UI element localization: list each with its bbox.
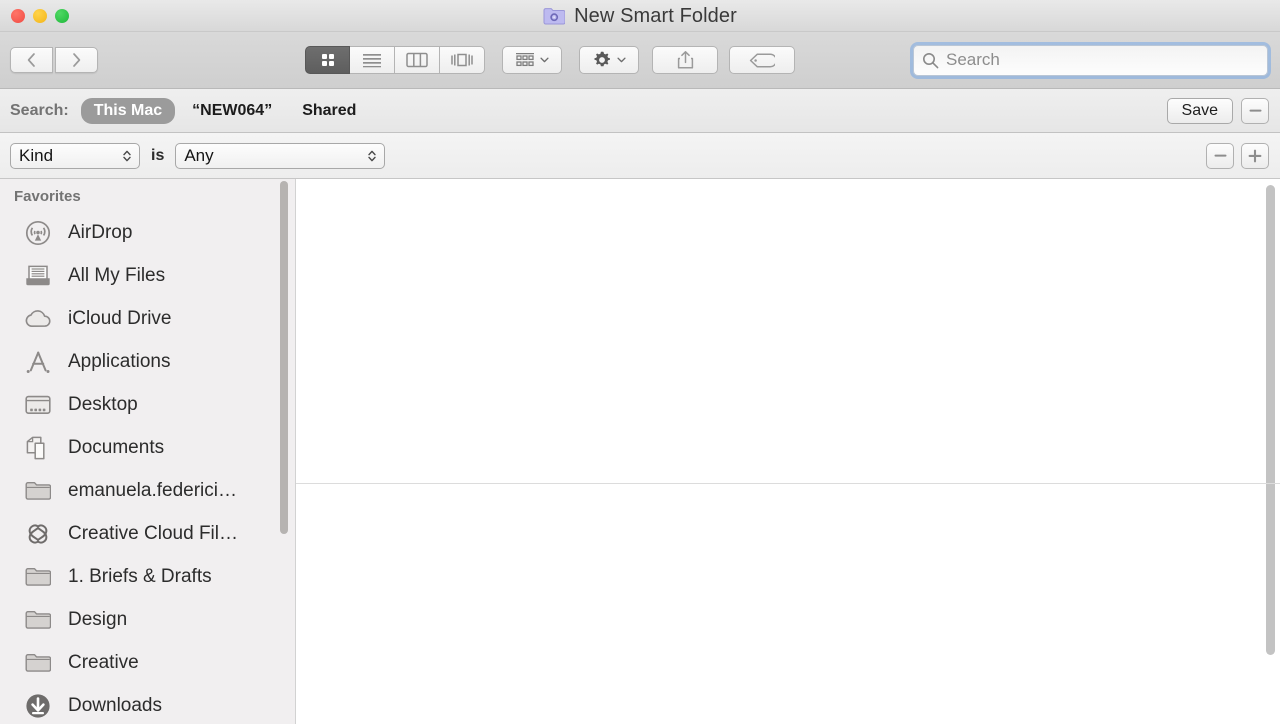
tag-button[interactable] xyxy=(729,46,795,74)
finder-window: New Smart Folder xyxy=(0,0,1280,724)
sidebar-item-downloads[interactable]: Downloads xyxy=(0,684,295,724)
folder-icon xyxy=(24,564,52,590)
criteria-value: Any xyxy=(184,146,213,166)
criteria-operator-label: is xyxy=(151,147,164,165)
sidebar-section-header: Favorites xyxy=(0,179,295,211)
sidebar-item-creative-cloud-fil[interactable]: Creative Cloud Fil… xyxy=(0,512,295,555)
search-field[interactable]: Search xyxy=(913,45,1268,76)
list-icon xyxy=(362,52,382,68)
up-down-chevron-icon xyxy=(367,149,377,163)
window-body: Favorites AirDrop All My Files iCloud Drive… xyxy=(0,179,1280,724)
list-view-button[interactable] xyxy=(350,46,395,74)
results-scrollbar[interactable] xyxy=(1266,185,1275,655)
scope-bar-label: Search: xyxy=(10,102,69,120)
columns-icon xyxy=(406,52,428,68)
search-scope-bar: Search: This Mac “NEW064” Shared Save xyxy=(0,89,1280,133)
sidebar-item-label: Applications xyxy=(68,351,170,373)
sidebar-item-label: Downloads xyxy=(68,695,162,717)
coverflow-icon xyxy=(450,52,474,68)
criteria-attribute-select[interactable]: Kind xyxy=(10,143,140,169)
search-input[interactable]: Search xyxy=(946,50,1000,70)
share-icon xyxy=(676,50,695,70)
sidebar-item-applications[interactable]: Applications xyxy=(0,340,295,383)
tag-icon xyxy=(749,53,775,68)
results-area[interactable] xyxy=(296,179,1280,724)
gear-icon xyxy=(592,50,612,70)
sidebar-item-emanuela-federici[interactable]: emanuela.federici… xyxy=(0,469,295,512)
desktop-icon xyxy=(24,392,52,418)
add-criteria-button[interactable] xyxy=(1241,143,1269,169)
sidebar-item-label: Desktop xyxy=(68,394,138,416)
search-icon xyxy=(922,52,939,69)
all-my-files-icon xyxy=(24,263,52,289)
sidebar-item-label: Documents xyxy=(68,437,164,459)
sidebar-item-all-my-files[interactable]: All My Files xyxy=(0,254,295,297)
creative-cloud-icon xyxy=(24,521,52,547)
downloads-icon xyxy=(24,693,52,719)
folder-icon xyxy=(24,478,52,504)
smart-folder-icon xyxy=(543,7,565,25)
title-bar: New Smart Folder xyxy=(0,0,1280,32)
remove-criteria-button[interactable] xyxy=(1206,143,1234,169)
window-title-group: New Smart Folder xyxy=(0,0,1280,32)
sidebar-item-label: Creative Cloud Fil… xyxy=(68,523,238,545)
scope-item-shared[interactable]: Shared xyxy=(289,98,369,124)
coverflow-view-button[interactable] xyxy=(440,46,485,74)
applications-icon xyxy=(24,349,52,375)
folder-icon xyxy=(24,650,52,676)
view-mode-group xyxy=(305,46,485,74)
criteria-attribute-value: Kind xyxy=(19,146,53,166)
forward-button[interactable] xyxy=(55,47,98,73)
sidebar-item-airdrop[interactable]: AirDrop xyxy=(0,211,295,254)
sidebar-item-label: iCloud Drive xyxy=(68,308,171,330)
arrange-button[interactable] xyxy=(502,46,562,74)
scope-bar-actions: Save xyxy=(1167,98,1269,124)
chevron-left-icon xyxy=(26,52,37,68)
sidebar: Favorites AirDrop All My Files iCloud Drive… xyxy=(0,179,296,724)
sidebar-item-icloud-drive[interactable]: iCloud Drive xyxy=(0,297,295,340)
page-title: New Smart Folder xyxy=(574,5,737,28)
back-button[interactable] xyxy=(10,47,53,73)
folder-icon xyxy=(24,607,52,633)
action-menu-button[interactable] xyxy=(579,46,639,74)
toolbar: Search xyxy=(0,32,1280,89)
sidebar-item-label: Design xyxy=(68,609,127,631)
plus-icon xyxy=(1248,149,1262,163)
airdrop-icon xyxy=(24,220,52,246)
sidebar-item-documents[interactable]: Documents xyxy=(0,426,295,469)
sidebar-scrollbar[interactable] xyxy=(280,181,288,534)
icloud-icon xyxy=(24,306,52,332)
arrange-grid-icon xyxy=(515,52,535,68)
chevron-down-icon xyxy=(617,57,626,63)
criteria-value-select[interactable]: Any xyxy=(175,143,385,169)
sidebar-item-design[interactable]: Design xyxy=(0,598,295,641)
close-search-button[interactable] xyxy=(1241,98,1269,124)
sidebar-item-label: 1. Briefs & Drafts xyxy=(68,566,212,588)
sidebar-item-label: Creative xyxy=(68,652,139,674)
up-down-chevron-icon xyxy=(122,149,132,163)
chevron-down-icon xyxy=(540,57,549,63)
icon-view-button[interactable] xyxy=(305,46,350,74)
criteria-row-actions xyxy=(1206,143,1269,169)
save-button[interactable]: Save xyxy=(1167,98,1233,124)
minus-icon xyxy=(1214,154,1227,157)
sidebar-item-label: All My Files xyxy=(68,265,165,287)
navigation-buttons xyxy=(10,47,98,73)
results-divider xyxy=(296,483,1280,484)
share-button[interactable] xyxy=(652,46,718,74)
column-view-button[interactable] xyxy=(395,46,440,74)
minus-icon xyxy=(1249,109,1262,112)
documents-icon xyxy=(24,435,52,461)
grid-icon xyxy=(319,51,337,69)
scope-item-this-mac[interactable]: This Mac xyxy=(81,98,175,124)
chevron-right-icon xyxy=(71,52,82,68)
scope-item-volume[interactable]: “NEW064” xyxy=(179,98,285,124)
sidebar-item-1-briefs-drafts[interactable]: 1. Briefs & Drafts xyxy=(0,555,295,598)
sidebar-item-desktop[interactable]: Desktop xyxy=(0,383,295,426)
search-criteria-row: Kind is Any xyxy=(0,133,1280,179)
sidebar-item-creative[interactable]: Creative xyxy=(0,641,295,684)
sidebar-item-label: emanuela.federici… xyxy=(68,480,237,502)
sidebar-item-label: AirDrop xyxy=(68,222,132,244)
